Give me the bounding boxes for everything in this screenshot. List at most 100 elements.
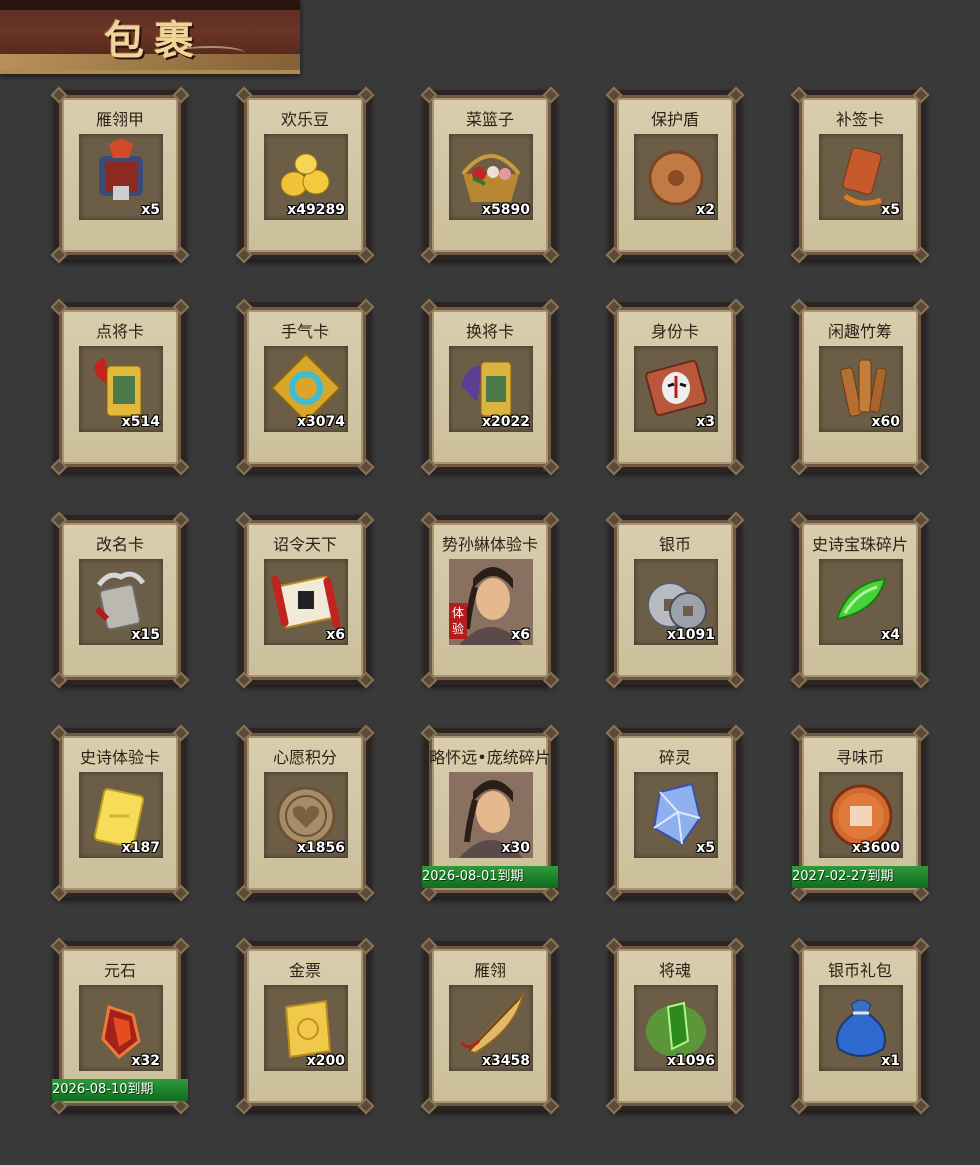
- trial-badge: 体验: [449, 603, 467, 639]
- inventory-item-card[interactable]: 银币礼包 x1: [790, 937, 930, 1115]
- inventory-item-card[interactable]: 改名卡 x15: [50, 511, 190, 689]
- frame-corner-ornament: [605, 246, 623, 264]
- item-name: 史诗宝珠碎片: [811, 535, 908, 554]
- inventory-item-card[interactable]: 心愿积分 x1856: [235, 724, 375, 902]
- inventory-item-card[interactable]: 雁翎甲 x5: [50, 86, 190, 264]
- frame-corner-ornament: [605, 298, 623, 316]
- frame-corner-ornament: [542, 1097, 560, 1115]
- inventory-item-card[interactable]: 闲趣竹筹 x60: [790, 298, 930, 476]
- item-icon-slot: x187: [79, 772, 163, 858]
- frame-corner-ornament: [790, 724, 808, 742]
- item-icon-slot: x32: [79, 985, 163, 1071]
- item-count: x200: [306, 1053, 345, 1069]
- inventory-item-card[interactable]: 手气卡 x3074: [235, 298, 375, 476]
- frame-corner-ornament: [420, 724, 438, 742]
- frame-corner-ornament: [50, 86, 68, 104]
- inventory-item-card[interactable]: 银币 x1091: [605, 511, 745, 689]
- item-count: x32: [131, 1053, 160, 1069]
- inventory-item-card[interactable]: 势孙綝体验卡 体验 x6: [420, 511, 560, 689]
- item-count: x5: [696, 840, 715, 856]
- inventory-item-card[interactable]: 金票 x200: [235, 937, 375, 1115]
- item-icon-slot: x30: [449, 772, 533, 858]
- inventory-item-card[interactable]: 元石 x32 2026-08-10到期: [50, 937, 190, 1115]
- inventory-item-card[interactable]: 菜篮子 x5890: [420, 86, 560, 264]
- inventory-item-card[interactable]: 雁翎 x3458: [420, 937, 560, 1115]
- frame-corner-ornament: [727, 511, 745, 529]
- item-icon-slot: x2: [634, 134, 718, 220]
- item-card-frame: 史诗宝珠碎片 x4: [790, 511, 930, 689]
- frame-corner-ornament: [50, 884, 68, 902]
- item-icon-slot: x514: [79, 346, 163, 432]
- inventory-item-card[interactable]: 寻味币 x3600 2027-02-27到期: [790, 724, 930, 902]
- inventory-item-card[interactable]: 略怀远•庞统碎片 x30 2026-08-01到期: [420, 724, 560, 902]
- item-name: 改名卡: [95, 535, 144, 554]
- inventory-item-card[interactable]: 史诗宝珠碎片 x4: [790, 511, 930, 689]
- item-count: x5: [141, 202, 160, 218]
- item-card-frame: 心愿积分 x1856: [235, 724, 375, 902]
- inventory-item-card[interactable]: 欢乐豆 x49289: [235, 86, 375, 264]
- item-card-frame: 寻味币 x3600 2027-02-27到期: [790, 724, 930, 902]
- item-name: 保护盾: [650, 110, 699, 129]
- item-count: x5: [881, 202, 900, 218]
- inventory-item-card[interactable]: 点将卡 x514: [50, 298, 190, 476]
- inventory-item-card[interactable]: 补签卡 x5: [790, 86, 930, 264]
- item-card-frame: 保护盾 x2: [605, 86, 745, 264]
- inventory-item-card[interactable]: 身份卡 x3: [605, 298, 745, 476]
- frame-corner-ornament: [790, 1097, 808, 1115]
- item-count: x3458: [482, 1053, 530, 1069]
- frame-corner-ornament: [790, 458, 808, 476]
- item-count: x30: [501, 840, 530, 856]
- item-icon-slot: x4: [819, 559, 903, 645]
- item-count: x514: [121, 414, 160, 430]
- item-name: 金票: [288, 961, 321, 980]
- frame-corner-ornament: [727, 246, 745, 264]
- frame-corner-ornament: [172, 298, 190, 316]
- item-name: 雁翎甲: [95, 110, 144, 129]
- item-icon-slot: x49289: [264, 134, 348, 220]
- item-card-frame: 雁翎 x3458: [420, 937, 560, 1115]
- item-card-frame: 碎灵 x5: [605, 724, 745, 902]
- item-count: x2022: [482, 414, 530, 430]
- inventory-item-card[interactable]: 保护盾 x2: [605, 86, 745, 264]
- item-icon-slot: x1096: [634, 985, 718, 1071]
- frame-corner-ornament: [542, 724, 560, 742]
- frame-corner-ornament: [172, 724, 190, 742]
- frame-corner-ornament: [542, 671, 560, 689]
- item-icon-slot: x5: [819, 134, 903, 220]
- frame-corner-ornament: [172, 937, 190, 955]
- expiry-banner: 2027-02-27到期: [792, 866, 928, 888]
- frame-corner-ornament: [790, 86, 808, 104]
- frame-corner-ornament: [727, 884, 745, 902]
- frame-corner-ornament: [172, 458, 190, 476]
- frame-corner-ornament: [357, 671, 375, 689]
- item-card-frame: 银币 x1091: [605, 511, 745, 689]
- frame-corner-ornament: [357, 511, 375, 529]
- frame-corner-ornament: [357, 458, 375, 476]
- inventory-grid: 雁翎甲 x5 欢乐豆 x49289 菜篮子 x5890 保护盾 x2 补签卡 x5 点将卡 x514 手…: [0, 0, 980, 1165]
- item-name: 寻味币: [835, 748, 884, 767]
- inventory-item-card[interactable]: 碎灵 x5: [605, 724, 745, 902]
- inventory-item-card[interactable]: 诏令天下 x6: [235, 511, 375, 689]
- banner-ornament: [175, 46, 245, 60]
- inventory-item-card[interactable]: 史诗体验卡 x187: [50, 724, 190, 902]
- frame-corner-ornament: [420, 246, 438, 264]
- item-name: 点将卡: [95, 322, 144, 341]
- frame-corner-ornament: [790, 937, 808, 955]
- frame-corner-ornament: [542, 246, 560, 264]
- frame-corner-ornament: [605, 1097, 623, 1115]
- item-name: 身份卡: [650, 322, 699, 341]
- item-card-frame: 菜篮子 x5890: [420, 86, 560, 264]
- item-icon-slot: x3074: [264, 346, 348, 432]
- item-name: 诏令天下: [272, 535, 337, 554]
- frame-corner-ornament: [357, 884, 375, 902]
- item-count: x187: [121, 840, 160, 856]
- frame-corner-ornament: [420, 1097, 438, 1115]
- inventory-item-card[interactable]: 将魂 x1096: [605, 937, 745, 1115]
- frame-corner-ornament: [50, 246, 68, 264]
- item-count: x60: [871, 414, 900, 430]
- item-name: 欢乐豆: [280, 110, 329, 129]
- item-count: x3600: [852, 840, 900, 856]
- item-icon-slot: x2022: [449, 346, 533, 432]
- frame-corner-ornament: [790, 671, 808, 689]
- inventory-item-card[interactable]: 换将卡 x2022: [420, 298, 560, 476]
